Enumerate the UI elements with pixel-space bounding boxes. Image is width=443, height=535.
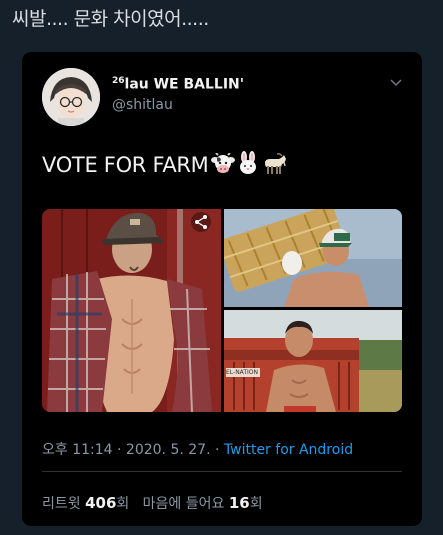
tweet-stats: 리트윗 406회 마음에 들어요 16회	[42, 493, 263, 513]
tweet-time[interactable]: 오후 11:14	[42, 442, 113, 458]
tweet-metadata: 오후 11:14 · 2020. 5. 27. · Twitter for An…	[42, 439, 353, 459]
name-superscript: 26	[112, 76, 125, 86]
meta-separator-2: ·	[214, 442, 220, 458]
caption-text: 씨발.... 문화 차이였어.....	[12, 8, 209, 30]
like-stat[interactable]: 마음에 들어요 16회	[142, 494, 263, 512]
tweet-source-link[interactable]: Twitter for Android	[224, 442, 353, 458]
tweet-media-grid[interactable]: EL-NATION	[42, 209, 402, 412]
meta-separator: ·	[117, 442, 122, 458]
tweet-card[interactable]: 26lau WE BALLIN' @shitlau VOTE FOR FARM	[22, 52, 422, 526]
cow-face-icon	[210, 152, 235, 180]
like-count: 16	[228, 494, 250, 512]
rabbit-face-icon	[237, 151, 259, 180]
user-handle[interactable]: @shitlau	[112, 97, 173, 113]
like-unit: 회	[249, 496, 263, 512]
like-label: 마음에 들어요	[142, 496, 225, 512]
tweet-text-content: VOTE FOR FARM	[42, 153, 209, 177]
tweet-text: VOTE FOR FARM	[42, 151, 287, 180]
tractor-sign-text: EL-NATION	[226, 369, 258, 376]
retweet-unit: 회	[116, 496, 130, 512]
media-image-1[interactable]	[42, 209, 221, 412]
goat-icon	[261, 153, 287, 180]
media-image-2[interactable]	[224, 209, 402, 307]
display-name-text: lau WE BALLIN'	[124, 76, 245, 93]
retweet-stat[interactable]: 리트윗 406회	[42, 494, 130, 512]
share-icon[interactable]	[190, 211, 212, 233]
retweet-label: 리트윗	[42, 496, 81, 512]
avatar[interactable]	[42, 68, 100, 126]
media-image-3[interactable]: EL-NATION	[224, 310, 402, 412]
retweet-count: 406	[85, 494, 117, 512]
chevron-down-icon[interactable]	[390, 76, 402, 88]
divider	[42, 471, 402, 472]
display-name[interactable]: 26lau WE BALLIN'	[112, 76, 244, 93]
tweet-date[interactable]: 2020. 5. 27.	[126, 442, 211, 458]
